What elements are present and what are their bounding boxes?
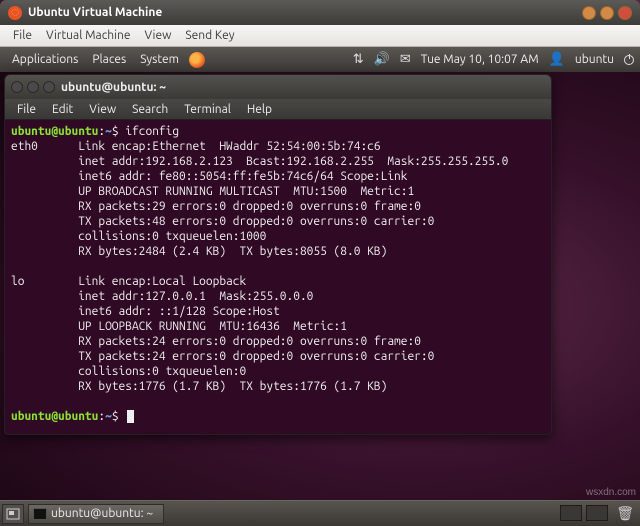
terminal-titlebar[interactable]: ubuntu@ubuntu: ~: [5, 75, 551, 99]
volume-icon[interactable]: 🔊: [374, 52, 390, 67]
vm-menu-send-key[interactable]: Send Key: [178, 29, 241, 42]
terminal-title: ubuntu@ubuntu: ~: [61, 81, 166, 94]
vm-menu-view[interactable]: View: [138, 29, 179, 42]
terminal-body[interactable]: ubuntu@ubuntu:~$ ifconfig eth0 Link enca…: [5, 120, 551, 434]
terminal-prompt: ubuntu@ubuntu:~$: [11, 125, 119, 138]
terminal-close-button[interactable]: [11, 81, 23, 93]
vm-minimize-button[interactable]: [582, 6, 596, 20]
power-icon[interactable]: [624, 55, 634, 65]
gnome-bottom-panel: ubuntu@ubuntu: ~ 🗑: [0, 500, 640, 526]
terminal-maximize-button[interactable]: [43, 81, 55, 93]
user-icon[interactable]: 👤: [549, 52, 565, 67]
terminal-menu-file[interactable]: File: [9, 103, 44, 116]
terminal-command: ifconfig: [125, 125, 179, 138]
bottom-panel-right: 🗑: [560, 505, 638, 522]
terminal-output: eth0 Link encap:Ethernet HWaddr 52:54:00…: [11, 140, 508, 393]
taskbar-item-terminal[interactable]: ubuntu@ubuntu: ~: [28, 504, 164, 524]
show-desktop-icon: [6, 508, 20, 520]
terminal-menu-search[interactable]: Search: [124, 103, 176, 116]
terminal-window-controls: [11, 81, 55, 93]
taskbar-item-label: ubuntu@ubuntu: ~: [51, 507, 153, 520]
gnome-menu-places[interactable]: Places: [86, 53, 132, 66]
gnome-clock[interactable]: Tue May 10, 10:07 AM: [421, 53, 539, 66]
terminal-menu-edit[interactable]: Edit: [44, 103, 81, 116]
terminal-icon: [33, 508, 47, 520]
desktop[interactable]: ubuntu@ubuntu: ~ File Edit View Search T…: [0, 72, 640, 500]
terminal-menu-view[interactable]: View: [81, 103, 124, 116]
gnome-menu-applications[interactable]: Applications: [6, 53, 84, 66]
workspace-1[interactable]: [560, 505, 582, 521]
trash-icon[interactable]: 🗑: [616, 505, 634, 522]
terminal-menu-terminal[interactable]: Terminal: [176, 103, 239, 116]
workspace-2[interactable]: [586, 505, 608, 521]
network-icon[interactable]: ⇅: [353, 52, 364, 67]
gnome-tray: ⇅ 🔊 ✉ Tue May 10, 10:07 AM 👤 ubuntu: [353, 52, 634, 67]
terminal-prompt-2: ubuntu@ubuntu:~$: [11, 410, 119, 423]
gnome-menus: Applications Places System: [6, 53, 185, 66]
vm-title: Ubuntu Virtual Machine: [28, 6, 576, 19]
vm-menubar: File Virtual Machine View Send Key: [0, 25, 640, 47]
vm-maximize-button[interactable]: [600, 6, 614, 20]
gnome-top-panel: Applications Places System ⇅ 🔊 ✉ Tue May…: [0, 47, 640, 72]
terminal-cursor: [127, 410, 134, 423]
ubuntu-logo-icon: ◌: [8, 6, 22, 20]
terminal-window: ubuntu@ubuntu: ~ File Edit View Search T…: [4, 74, 552, 435]
mail-icon[interactable]: ✉: [400, 52, 411, 67]
vm-window-controls: [582, 6, 632, 20]
terminal-minimize-button[interactable]: [27, 81, 39, 93]
watermark: wsxdn.com: [586, 487, 636, 498]
vm-menu-file[interactable]: File: [6, 29, 39, 42]
terminal-menu-help[interactable]: Help: [239, 103, 280, 116]
terminal-menubar: File Edit View Search Terminal Help: [5, 99, 551, 120]
vm-titlebar: ◌ Ubuntu Virtual Machine: [0, 0, 640, 25]
gnome-menu-system[interactable]: System: [134, 53, 185, 66]
show-desktop-button[interactable]: [2, 504, 24, 524]
firefox-icon[interactable]: [189, 52, 205, 68]
gnome-user-name[interactable]: ubuntu: [575, 53, 614, 66]
vm-close-button[interactable]: [618, 6, 632, 20]
vm-menu-virtual-machine[interactable]: Virtual Machine: [39, 29, 138, 42]
